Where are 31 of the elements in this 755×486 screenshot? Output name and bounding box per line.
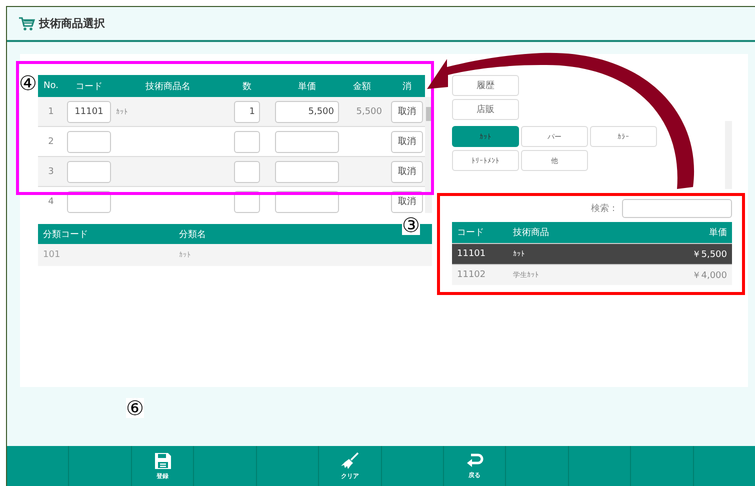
- row-number: 4: [47, 196, 55, 206]
- cancel-button[interactable]: 取消: [391, 130, 423, 152]
- column-header: 技術商品名: [144, 80, 192, 92]
- history-button[interactable]: 履歴: [452, 75, 519, 96]
- table-cell-text: 101: [43, 250, 62, 260]
- column-header: 分類名: [179, 228, 206, 240]
- row-number: 2: [47, 136, 55, 146]
- row-number: 3: [47, 166, 55, 176]
- annotation-number: ④: [19, 73, 37, 93]
- column-header: 単価: [297, 80, 317, 92]
- window-title: 技術商品選択: [39, 16, 105, 31]
- price-field[interactable]: 5,500: [275, 100, 339, 122]
- column-header: 消: [402, 80, 412, 92]
- column-header: 単価: [708, 226, 727, 239]
- column-header: No.: [42, 81, 60, 91]
- column-header: 分類コード: [43, 228, 88, 240]
- annotation-number: ③: [402, 215, 420, 235]
- column-header: コード: [74, 80, 104, 92]
- row-number: 1: [47, 106, 55, 116]
- cancel-button[interactable]: 取消: [391, 100, 423, 122]
- quantity-field[interactable]: 1: [234, 100, 260, 122]
- table-cell-text: 5,500: [355, 106, 382, 116]
- code-field[interactable]: 11101: [67, 100, 111, 122]
- column-header: コード: [457, 227, 485, 239]
- column-header: 数: [242, 80, 252, 92]
- cancel-button[interactable]: 取消: [391, 160, 423, 182]
- annotation-number: ⑥: [126, 398, 144, 418]
- search-label: 検索：: [591, 202, 618, 214]
- column-header: 金額: [352, 80, 372, 92]
- history-button[interactable]: 店販: [452, 99, 519, 120]
- column-header: 技術商品: [513, 226, 550, 239]
